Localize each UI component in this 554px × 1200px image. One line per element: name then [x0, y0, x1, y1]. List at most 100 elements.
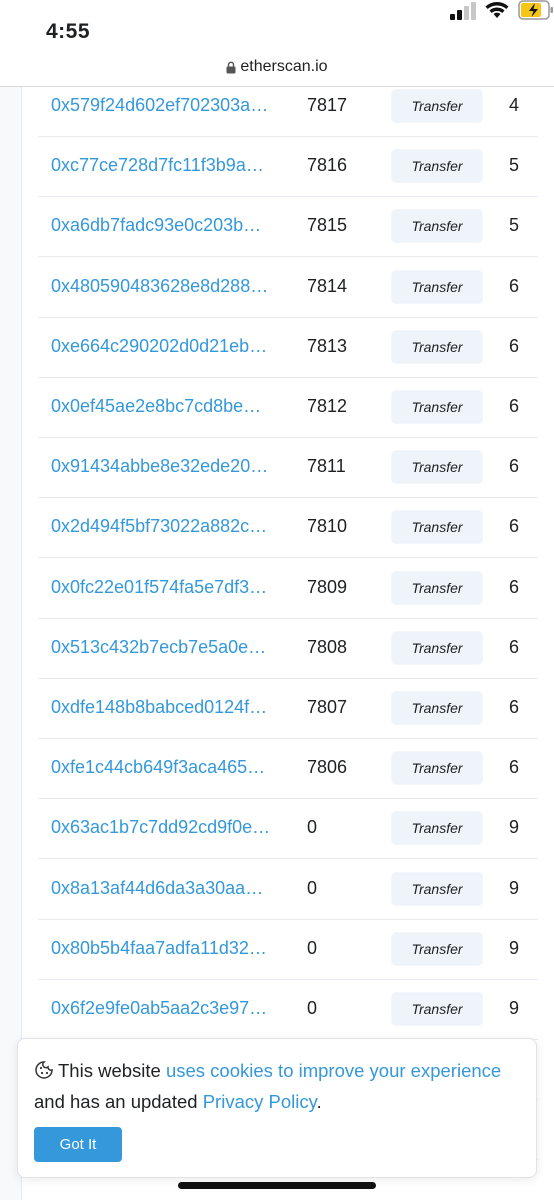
tx-block: 7816	[307, 155, 348, 176]
method-badge: Transfer	[391, 149, 483, 184]
table-row: 0xa6db7fadc93e0c203b… 7815 Transfer 5	[38, 197, 538, 258]
method-badge: Transfer	[391, 510, 483, 545]
wifi-icon	[485, 2, 509, 18]
method-badge: Transfer	[391, 269, 483, 304]
url-text: etherscan.io	[240, 58, 328, 75]
tx-age: 9	[509, 998, 520, 1018]
tx-age: 6	[509, 456, 520, 477]
tx-age: 6	[509, 697, 520, 717]
tx-age: 9	[509, 937, 520, 958]
table-row: 0x579f24d602ef702303a… 7817 Transfer 4	[38, 87, 538, 137]
tx-hash-link[interactable]: 0xdfe148b8babced0124f…	[51, 697, 283, 718]
cookie-policy-link[interactable]: uses cookies to improve your experience	[166, 1060, 501, 1081]
home-indicator	[178, 1182, 376, 1189]
tx-age: 4	[509, 95, 520, 115]
method-badge: Transfer	[391, 931, 483, 966]
tx-hash-link[interactable]: 0x480590483628e8d288…	[51, 276, 283, 297]
tx-block: 0	[307, 877, 318, 898]
table-row: 0xe664c290202d0d21eb… 7813 Transfer 6	[38, 318, 538, 378]
address-bar[interactable]: etherscan.io	[0, 56, 554, 87]
table-row: 0x91434abbe8e32ede20… 7811 Transfer 6	[38, 438, 538, 499]
tx-block: 7809	[307, 576, 348, 597]
table-row: 0x6f2e9fe0ab5aa2c3e97… 0 Transfer 9	[38, 980, 538, 1040]
cookie-text-2: and has an updated	[34, 1091, 203, 1112]
tx-hash-link[interactable]: 0x579f24d602ef702303a…	[51, 95, 283, 116]
tx-hash-link[interactable]: 0x513c432b7ecb7e5a0e…	[51, 637, 283, 658]
method-badge: Transfer	[391, 992, 483, 1026]
method-badge: Transfer	[391, 691, 483, 725]
tx-block: 0	[307, 937, 318, 958]
table-row: 0x80b5b4faa7adfa11d32… 0 Transfer 9	[38, 920, 538, 980]
table-row: 0x0fc22e01f574fa5e7df3… 7809 Transfer 6	[38, 559, 538, 619]
method-badge: Transfer	[391, 89, 483, 123]
method-badge: Transfer	[391, 570, 483, 605]
tx-age: 6	[509, 335, 520, 356]
cookie-icon	[35, 1061, 53, 1079]
tx-block: 7815	[307, 215, 348, 236]
tx-block: 7806	[307, 757, 348, 778]
privacy-policy-link[interactable]: Privacy Policy	[203, 1091, 317, 1112]
lock-icon	[226, 61, 236, 73]
table-row: 0x2d494f5bf73022a882c… 7810 Transfer 6	[38, 498, 538, 559]
tx-hash-link[interactable]: 0xa6db7fadc93e0c203b…	[51, 215, 283, 236]
table-row: 0x8a13af44d6da3a30aa… 0 Transfer 9	[38, 860, 538, 920]
table-row: 0xfe1c44cb649f3aca465… 7806 Transfer 6	[38, 739, 538, 800]
tx-hash-link[interactable]: 0x2d494f5bf73022a882c…	[51, 516, 283, 537]
status-time: 4:55	[46, 20, 91, 43]
tx-hash-link[interactable]: 0x80b5b4faa7adfa11d32…	[51, 938, 283, 959]
method-badge: Transfer	[391, 751, 483, 786]
tx-age: 5	[509, 155, 520, 176]
tx-block: 7807	[307, 697, 348, 717]
tx-block: 0	[307, 998, 318, 1018]
tx-hash-link[interactable]: 0xc77ce728d7fc11f3b9a…	[51, 155, 283, 176]
table-row: 0xdfe148b8babced0124f… 7807 Transfer 6	[38, 679, 538, 739]
method-badge: Transfer	[391, 209, 483, 244]
cookie-banner: This website uses cookies to improve you…	[17, 1038, 537, 1178]
cookie-text-3: .	[316, 1091, 322, 1112]
method-badge: Transfer	[391, 630, 483, 665]
tx-age: 6	[509, 516, 520, 537]
tx-hash-link[interactable]: 0x8a13af44d6da3a30aa…	[51, 878, 283, 899]
tx-hash-link[interactable]: 0x0ef45ae2e8bc7cd8be…	[51, 396, 283, 417]
table-row: 0x513c432b7ecb7e5a0e… 7808 Transfer 6	[38, 619, 538, 679]
table-row: 0x0ef45ae2e8bc7cd8be… 7812 Transfer 6	[38, 378, 538, 438]
tx-hash-link[interactable]: 0x6f2e9fe0ab5aa2c3e97…	[51, 998, 283, 1019]
tx-hash-link[interactable]: 0xfe1c44cb649f3aca465…	[51, 757, 283, 778]
method-badge: Transfer	[391, 811, 483, 846]
tx-hash-link[interactable]: 0x63ac1b7c7dd92cd9f0e…	[51, 817, 283, 838]
tx-age: 6	[509, 636, 520, 657]
tx-age: 6	[509, 757, 520, 778]
tx-block: 7812	[307, 396, 348, 416]
tx-block: 7811	[307, 456, 346, 477]
method-badge: Transfer	[391, 871, 483, 906]
cookie-text-1: This website	[58, 1060, 166, 1081]
tx-block: 7817	[307, 95, 348, 115]
tx-block: 7810	[307, 516, 348, 537]
tx-block: 7808	[307, 636, 348, 657]
tx-age: 5	[509, 215, 520, 236]
tx-age: 9	[509, 877, 520, 898]
got-it-button[interactable]: Got It	[34, 1127, 122, 1162]
table-row: 0x63ac1b7c7dd92cd9f0e… 0 Transfer 9	[38, 799, 538, 860]
tx-hash-link[interactable]: 0x91434abbe8e32ede20…	[51, 456, 283, 477]
battery-charging-icon	[518, 0, 553, 20]
method-badge: Transfer	[391, 390, 483, 424]
signal-icon	[450, 2, 476, 20]
tx-block: 0	[307, 817, 318, 838]
status-bar: 4:55	[0, 0, 554, 56]
cookie-message: This website uses cookies to improve you…	[34, 1055, 514, 1117]
page-content: 0x579f24d602ef702303a… 7817 Transfer 4 0xc77…	[0, 87, 554, 1200]
transactions-card: 0x579f24d602ef702303a… 7817 Transfer 4 0xc77…	[21, 87, 554, 1200]
tx-age: 9	[509, 817, 520, 838]
tx-age: 6	[509, 576, 520, 597]
tx-hash-link[interactable]: 0xe664c290202d0d21eb…	[51, 336, 283, 357]
tx-block: 7814	[307, 275, 348, 296]
tx-block: 7813	[307, 335, 348, 356]
tx-age: 6	[509, 275, 520, 296]
table-row: 0x480590483628e8d288… 7814 Transfer 6	[38, 258, 538, 318]
method-badge: Transfer	[391, 329, 483, 364]
method-badge: Transfer	[391, 450, 483, 485]
table-row: 0xc77ce728d7fc11f3b9a… 7816 Transfer 5	[38, 137, 538, 198]
tx-age: 6	[509, 396, 520, 416]
tx-hash-link[interactable]: 0x0fc22e01f574fa5e7df3…	[51, 577, 283, 598]
